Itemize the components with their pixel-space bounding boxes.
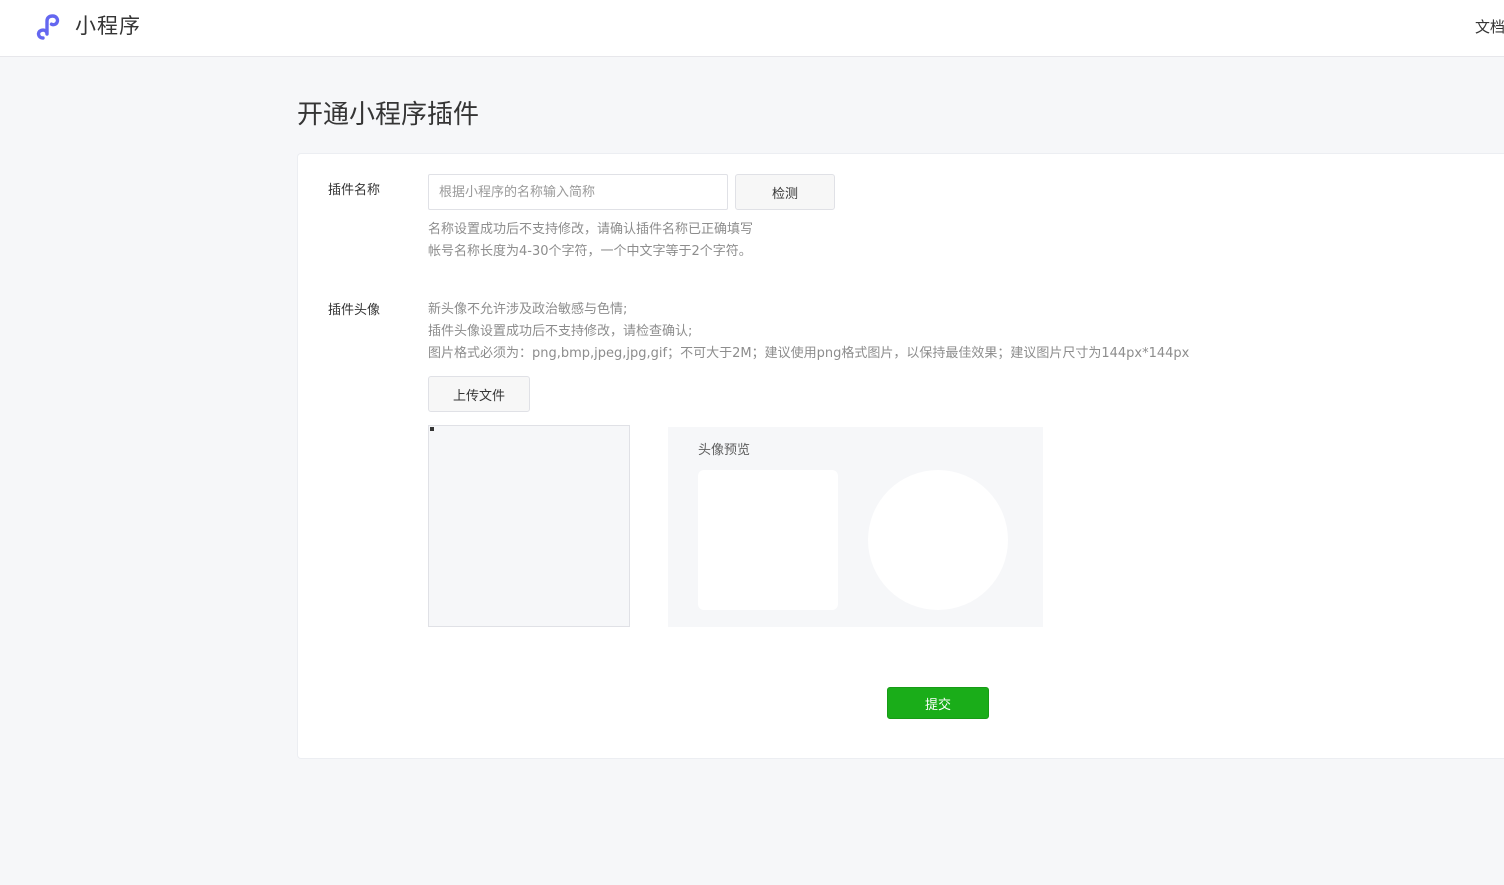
crop-handle[interactable] xyxy=(430,427,434,431)
avatar-hint-content: 新头像不允许涉及政治敏感与色情; xyxy=(428,302,628,317)
docs-link[interactable]: 文档 xyxy=(1475,17,1504,37)
avatar-preview-panel: 头像预览 xyxy=(668,427,1043,627)
avatar-crop-area[interactable] xyxy=(428,425,630,627)
avatar-hint-format: 图片格式必须为：png,bmp,jpeg,jpg,gif；不可大于2M；建议使用… xyxy=(428,346,1190,361)
plugin-name-input[interactable] xyxy=(428,174,728,210)
avatar-preview-square xyxy=(698,470,838,610)
submit-button[interactable]: 提交 xyxy=(887,687,989,719)
plugin-name-label: 插件名称 xyxy=(328,183,381,198)
brand-name[interactable]: 小程序 xyxy=(75,12,141,40)
name-hint-immutable: 名称设置成功后不支持修改，请确认插件名称已正确填写 xyxy=(428,222,754,237)
page-title: 开通小程序插件 xyxy=(297,100,480,130)
check-name-button[interactable]: 检测 xyxy=(735,174,835,210)
name-hint-length: 帐号名称长度为4-30个字符，一个中文字等于2个字符。 xyxy=(428,244,752,259)
miniprogram-logo-icon[interactable] xyxy=(34,11,66,43)
avatar-hint-immutable: 插件头像设置成功后不支持修改，请检查确认; xyxy=(428,324,693,339)
plugin-form-card: 插件名称 检测 名称设置成功后不支持修改，请确认插件名称已正确填写 帐号名称长度… xyxy=(297,153,1504,759)
top-navbar: 小程序 文档 xyxy=(0,0,1504,57)
avatar-preview-circle xyxy=(868,470,1008,610)
upload-file-button[interactable]: 上传文件 xyxy=(428,376,530,412)
plugin-avatar-label: 插件头像 xyxy=(328,303,381,318)
avatar-preview-title: 头像预览 xyxy=(698,443,751,458)
